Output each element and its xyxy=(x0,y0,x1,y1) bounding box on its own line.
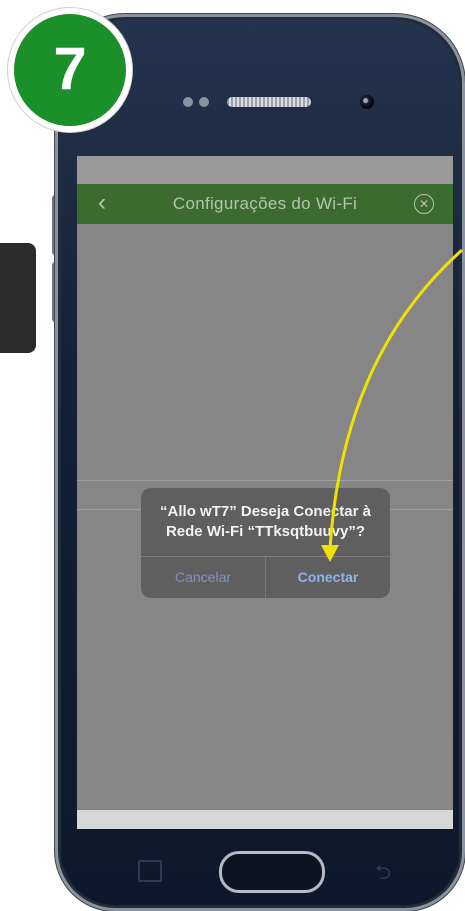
step-number-badge: 7 xyxy=(8,8,132,132)
app-header: ‹ Configurações do Wi-Fi ✕ xyxy=(77,184,453,224)
light-sensor-icon xyxy=(199,97,209,107)
home-button[interactable] xyxy=(219,851,325,893)
dialog-message-line1: “Allo wT7” Deseja Conectar à xyxy=(160,503,371,520)
earpiece-speaker xyxy=(227,97,311,107)
side-tab-decoration xyxy=(0,243,36,353)
back-arrow-icon[interactable]: ⮌ xyxy=(375,858,391,892)
status-bar xyxy=(77,156,453,184)
wifi-connect-dialog: “Allo wT7” Deseja Conectar à Rede Wi-Fi … xyxy=(141,488,390,598)
connect-button[interactable]: Conectar xyxy=(266,557,390,598)
bottom-strip xyxy=(77,810,453,829)
recents-icon[interactable] xyxy=(138,860,162,882)
proximity-sensor-icon xyxy=(183,97,193,107)
close-circle-icon[interactable]: ✕ xyxy=(414,194,434,214)
page-title: Configurações do Wi-Fi xyxy=(172,194,358,213)
dialog-message-line2: Rede Wi-Fi “TTksqtbuuvy”? xyxy=(165,523,366,540)
front-camera-icon xyxy=(360,95,374,109)
dialog-message: “Allo wT7” Deseja Conectar à Rede Wi-Fi … xyxy=(141,502,390,542)
cancel-button[interactable]: Cancelar xyxy=(141,557,265,598)
phone-screen: ‹ Configurações do Wi-Fi ✕ “Allo wT7” De… xyxy=(77,156,453,829)
chevron-left-icon[interactable]: ‹ xyxy=(91,191,113,215)
